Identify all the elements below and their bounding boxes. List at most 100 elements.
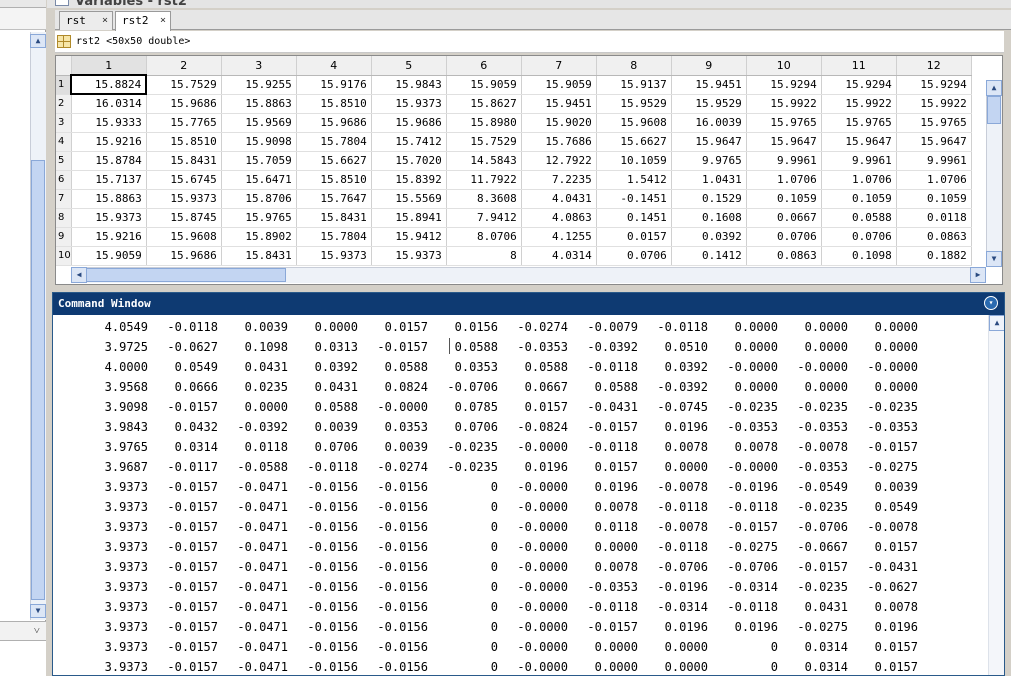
- grid-cell[interactable]: 15.8431: [221, 246, 297, 266]
- grid-cell[interactable]: 15.9059: [521, 75, 597, 95]
- grid-scroll-right-icon[interactable]: ▶: [970, 267, 986, 283]
- tab-rst[interactable]: rst ×: [59, 11, 113, 30]
- grid-cell[interactable]: 1.5412: [596, 170, 672, 190]
- selected-cell[interactable]: 15.8824: [70, 74, 148, 95]
- grid-cell[interactable]: 15.9922: [821, 94, 897, 114]
- grid-cell[interactable]: 15.9569: [221, 113, 297, 133]
- grid-horizontal-scroll-thumb[interactable]: [86, 268, 286, 282]
- grid-cell[interactable]: 15.9529: [671, 94, 747, 114]
- row-header[interactable]: 6: [56, 170, 72, 190]
- grid-corner[interactable]: [56, 56, 72, 76]
- left-panel-dropdown[interactable]: ˅: [0, 621, 46, 641]
- grid-cell[interactable]: 15.9922: [746, 94, 822, 114]
- column-header[interactable]: 9: [671, 56, 747, 76]
- grid-cell[interactable]: 1.0706: [821, 170, 897, 190]
- grid-cell[interactable]: 15.9647: [821, 132, 897, 152]
- grid-cell[interactable]: 15.9412: [371, 227, 447, 247]
- grid-cell[interactable]: 15.9294: [746, 75, 822, 95]
- row-header[interactable]: 7: [56, 189, 72, 209]
- grid-cell[interactable]: 14.5843: [446, 151, 522, 171]
- grid-cell[interactable]: 12.7922: [521, 151, 597, 171]
- grid-cell[interactable]: 0.0667: [746, 208, 822, 228]
- grid-cell[interactable]: -0.1451: [596, 189, 672, 209]
- grid-cell[interactable]: 15.9451: [671, 75, 747, 95]
- grid-cell[interactable]: 15.9686: [146, 94, 222, 114]
- grid-cell[interactable]: 15.8863: [221, 94, 297, 114]
- grid-cell[interactable]: 15.7020: [371, 151, 447, 171]
- grid-cell[interactable]: 15.9686: [371, 113, 447, 133]
- grid-cell[interactable]: 15.9255: [221, 75, 297, 95]
- grid-cell[interactable]: 16.0039: [671, 113, 747, 133]
- grid-cell[interactable]: 15.8510: [296, 94, 372, 114]
- grid-cell[interactable]: 15.9647: [671, 132, 747, 152]
- grid-cell[interactable]: 15.9765: [821, 113, 897, 133]
- grid-cell[interactable]: 15.9098: [221, 132, 297, 152]
- grid-cell[interactable]: 7.9412: [446, 208, 522, 228]
- grid-vertical-scroll-thumb[interactable]: [987, 96, 1001, 124]
- grid-cell[interactable]: 0.0706: [746, 227, 822, 247]
- column-header[interactable]: 1: [71, 56, 147, 76]
- grid-cell[interactable]: 9.9961: [821, 151, 897, 171]
- close-icon[interactable]: ×: [102, 12, 108, 29]
- grid-cell[interactable]: 15.7686: [521, 132, 597, 152]
- grid-cell[interactable]: 15.9647: [896, 132, 972, 152]
- grid-cell[interactable]: 15.9529: [596, 94, 672, 114]
- grid-cell[interactable]: 0.1608: [671, 208, 747, 228]
- grid-cell[interactable]: 0.1059: [821, 189, 897, 209]
- grid-cell[interactable]: 15.9373: [296, 246, 372, 266]
- grid-cell[interactable]: 15.8510: [296, 170, 372, 190]
- grid-cell[interactable]: 16.0314: [71, 94, 147, 114]
- grid-cell[interactable]: 0.1412: [671, 246, 747, 266]
- grid-cell[interactable]: 15.6627: [596, 132, 672, 152]
- column-header[interactable]: 6: [446, 56, 522, 76]
- grid-cell[interactable]: 15.8392: [371, 170, 447, 190]
- row-header[interactable]: 3: [56, 113, 72, 133]
- grid-cell[interactable]: 15.9294: [821, 75, 897, 95]
- grid-cell[interactable]: 15.9765: [221, 208, 297, 228]
- row-header[interactable]: 1: [56, 75, 72, 95]
- grid-cell[interactable]: 15.8863: [71, 189, 147, 209]
- grid-cell[interactable]: 0.0706: [821, 227, 897, 247]
- grid-cell[interactable]: 15.9765: [896, 113, 972, 133]
- left-scroll-up-icon[interactable]: ▲: [30, 34, 46, 48]
- grid-cell[interactable]: 15.8902: [221, 227, 297, 247]
- grid-cell[interactable]: 15.9216: [71, 227, 147, 247]
- grid-cell[interactable]: 7.2235: [521, 170, 597, 190]
- column-header[interactable]: 5: [371, 56, 447, 76]
- column-header[interactable]: 2: [146, 56, 222, 76]
- grid-cell[interactable]: 15.8627: [446, 94, 522, 114]
- grid-cell[interactable]: 0.1529: [671, 189, 747, 209]
- grid-cell[interactable]: 0.0706: [596, 246, 672, 266]
- grid-cell[interactable]: 0.1059: [896, 189, 972, 209]
- column-header[interactable]: 4: [296, 56, 372, 76]
- grid-cell[interactable]: 15.7804: [296, 227, 372, 247]
- grid-cell[interactable]: 0.0863: [896, 227, 972, 247]
- grid-cell[interactable]: 15.5569: [371, 189, 447, 209]
- grid-cell[interactable]: 15.9373: [146, 189, 222, 209]
- grid-cell[interactable]: 10.1059: [596, 151, 672, 171]
- grid-cell[interactable]: 15.7804: [296, 132, 372, 152]
- grid-cell[interactable]: 15.7059: [221, 151, 297, 171]
- row-header[interactable]: 8: [56, 208, 72, 228]
- grid-cell[interactable]: 15.7765: [146, 113, 222, 133]
- column-header[interactable]: 8: [596, 56, 672, 76]
- grid-cell[interactable]: 8: [446, 246, 522, 266]
- grid-cell[interactable]: 8.3608: [446, 189, 522, 209]
- grid-cell[interactable]: 15.8510: [146, 132, 222, 152]
- grid-cell[interactable]: 15.9373: [371, 94, 447, 114]
- grid-cell[interactable]: 15.7529: [146, 75, 222, 95]
- grid-cell[interactable]: 15.9176: [296, 75, 372, 95]
- left-scroll-down-icon[interactable]: ▼: [30, 604, 46, 618]
- column-header[interactable]: 3: [221, 56, 297, 76]
- row-header[interactable]: 10: [56, 246, 72, 266]
- command-window[interactable]: Command Window ▾ 4.0549 -0.0118 0.0039 0.00…: [52, 292, 1005, 676]
- window-options-icon[interactable]: ▾: [984, 296, 998, 310]
- tab-rst2[interactable]: rst2 ×: [115, 11, 171, 31]
- grid-cell[interactable]: 15.8784: [71, 151, 147, 171]
- grid-cell[interactable]: 9.9961: [746, 151, 822, 171]
- grid-cell[interactable]: 0.1882: [896, 246, 972, 266]
- grid-scroll-left-icon[interactable]: ◀: [71, 267, 87, 283]
- close-icon[interactable]: ×: [160, 12, 166, 29]
- grid-cell[interactable]: 4.0431: [521, 189, 597, 209]
- grid-cell[interactable]: 15.8431: [296, 208, 372, 228]
